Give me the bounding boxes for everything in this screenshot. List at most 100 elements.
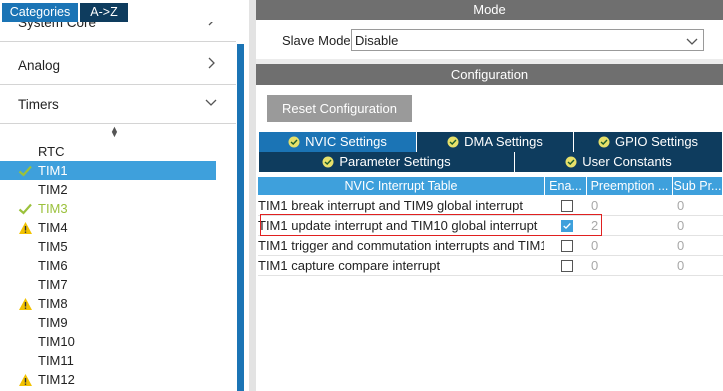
timer-item-tim3[interactable]: TIM3: [0, 199, 216, 218]
column-header-name[interactable]: NVIC Interrupt Table: [258, 177, 545, 195]
tab-label: Parameter Settings: [339, 154, 451, 169]
reset-configuration-button[interactable]: Reset Configuration: [267, 95, 412, 122]
chevron-down-icon: [205, 99, 217, 106]
timer-item-tim9[interactable]: TIM9: [0, 313, 216, 332]
timer-item-tim5[interactable]: TIM5: [0, 237, 216, 256]
column-header-enabled[interactable]: Ena...: [545, 177, 587, 195]
preemption-priority[interactable]: 2: [587, 216, 673, 236]
timer-label: TIM2: [38, 182, 68, 197]
timer-label: TIM12: [38, 372, 75, 387]
warning-icon: [19, 298, 32, 310]
warning-icon: [19, 222, 32, 234]
chevron-down-icon: [686, 38, 698, 45]
check-circle-icon: [565, 156, 577, 168]
enabled-cell: [545, 216, 587, 236]
timer-label: TIM10: [38, 334, 75, 349]
category-system-core[interactable]: System Core: [0, 22, 236, 42]
category-label: Analog: [18, 58, 61, 73]
category-list: System Core Analog Timers ▲ ▼ RTC TIM1 TIM2…: [0, 22, 236, 391]
check-circle-icon: [598, 136, 610, 148]
sub-priority[interactable]: 0: [673, 216, 723, 236]
mode-header: Mode: [256, 0, 723, 20]
left-panel: Categories A->Z System Core Analog Timer…: [0, 0, 249, 391]
timer-item-tim12[interactable]: TIM12: [0, 370, 216, 389]
timer-label: TIM9: [38, 315, 68, 330]
table-row[interactable]: TIM1 capture compare interrupt 0 0: [258, 256, 723, 276]
tab-gpio-settings[interactable]: GPIO Settings: [574, 132, 723, 152]
enabled-cell: [545, 256, 587, 276]
timer-item-tim8[interactable]: TIM8: [0, 294, 216, 313]
timer-label: TIM3: [38, 201, 68, 216]
tab-a-z[interactable]: A->Z: [80, 3, 128, 22]
tab-nvic-settings[interactable]: NVIC Settings: [259, 132, 417, 152]
check-circle-icon: [447, 136, 459, 148]
timer-item-tim1[interactable]: TIM1: [0, 161, 216, 180]
sub-priority[interactable]: 0: [673, 236, 723, 256]
slave-mode-value: Disable: [355, 33, 399, 48]
tab-user-constants[interactable]: User Constants: [515, 152, 723, 172]
timer-label: TIM7: [38, 277, 68, 292]
category-timers[interactable]: Timers: [0, 86, 236, 124]
table-row[interactable]: TIM1 break interrupt and TIM9 global int…: [258, 196, 723, 216]
timer-label: TIM4: [38, 220, 68, 235]
tab-label: NVIC Settings: [305, 134, 387, 149]
timer-item-tim6[interactable]: TIM6: [0, 256, 216, 275]
timer-label: TIM6: [38, 258, 68, 273]
tab-parameter-settings[interactable]: Parameter Settings: [259, 152, 515, 172]
interrupt-name: TIM1 update interrupt and TIM10 global i…: [258, 218, 538, 233]
timer-label: TIM11: [38, 353, 74, 368]
enabled-cell: [545, 236, 587, 256]
timer-item-tim7[interactable]: TIM7: [0, 275, 216, 294]
category-label: System Core: [18, 22, 97, 30]
timer-item-rtc[interactable]: RTC: [0, 142, 216, 161]
enabled-checkbox[interactable]: [561, 260, 573, 272]
tab-label: DMA Settings: [464, 134, 543, 149]
timer-item-tim2[interactable]: TIM2: [0, 180, 216, 199]
sub-priority[interactable]: 0: [673, 196, 723, 216]
enabled-checkbox[interactable]: [561, 200, 573, 212]
timer-item-tim10[interactable]: TIM10: [0, 332, 216, 351]
preemption-priority[interactable]: 0: [587, 256, 673, 276]
slave-mode-label: Slave Mode: [282, 33, 351, 48]
panel-divider[interactable]: [249, 0, 256, 391]
tab-categories[interactable]: Categories: [2, 3, 78, 22]
timer-label: TIM5: [38, 239, 68, 254]
tab-label: GPIO Settings: [614, 134, 699, 149]
column-header-preemption[interactable]: Preemption ...: [587, 177, 673, 195]
category-analog[interactable]: Analog: [0, 47, 236, 85]
category-label: Timers: [18, 97, 59, 112]
preemption-priority[interactable]: 0: [587, 236, 673, 256]
scrollbar-thumb[interactable]: [237, 44, 244, 391]
sub-priority[interactable]: 0: [673, 256, 723, 276]
tab-dma-settings[interactable]: DMA Settings: [417, 132, 574, 152]
table-row[interactable]: TIM1 update interrupt and TIM10 global i…: [258, 216, 723, 236]
interrupt-name: TIM1 trigger and commutation interrupts …: [258, 238, 544, 253]
warning-icon: [19, 374, 32, 386]
enabled-checkbox[interactable]: [561, 220, 573, 232]
check-circle-icon: [288, 136, 300, 148]
timer-label: TIM1: [38, 163, 68, 178]
sort-icon[interactable]: ▲ ▼: [110, 125, 119, 139]
left-scrollbar[interactable]: [236, 22, 246, 391]
interrupt-name: TIM1 break interrupt and TIM9 global int…: [258, 198, 523, 213]
check-icon: [563, 223, 571, 230]
timer-item-tim11[interactable]: TIM11: [0, 351, 216, 370]
table-row[interactable]: TIM1 trigger and commutation interrupts …: [258, 236, 723, 256]
tab-label: User Constants: [582, 154, 672, 169]
timer-label: RTC: [38, 144, 65, 159]
interrupt-name: TIM1 capture compare interrupt: [258, 258, 441, 273]
timer-label: TIM8: [38, 296, 68, 311]
chevron-right-icon: [208, 57, 215, 69]
enabled-checkbox[interactable]: [561, 240, 573, 252]
slave-mode-select[interactable]: Disable: [351, 29, 704, 51]
preemption-priority[interactable]: 0: [587, 196, 673, 216]
chevron-right-icon: [208, 22, 213, 26]
check-icon: [18, 165, 32, 177]
check-icon: [18, 203, 32, 215]
right-panel: Mode Slave Mode Disable Configuration Re…: [256, 0, 723, 391]
check-circle-icon: [322, 156, 334, 168]
column-header-sub-priority[interactable]: Sub Pr...: [673, 177, 723, 195]
timer-item-tim4[interactable]: TIM4: [0, 218, 216, 237]
configuration-header: Configuration: [256, 64, 723, 85]
left-tabs: Categories A->Z: [0, 0, 249, 22]
